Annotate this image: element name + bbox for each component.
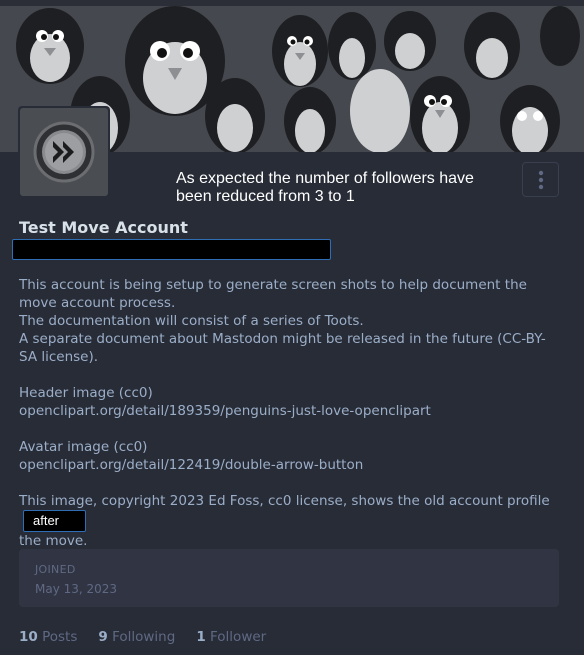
redacted-account-handle bbox=[12, 239, 331, 260]
joined-label: JOINED bbox=[35, 563, 76, 576]
joined-date: May 13, 2023 bbox=[35, 582, 118, 596]
vertical-ellipsis-icon bbox=[538, 170, 543, 189]
following-counter[interactable]: 9 Following bbox=[98, 629, 175, 645]
header-credit-link[interactable]: openclipart.org/detail/189359/penguins-j… bbox=[19, 403, 431, 419]
header-credit-label: Header image (cc0) bbox=[19, 385, 153, 401]
copyright-text-end: the move. bbox=[19, 533, 88, 549]
bio-header-credit: Header image (cc0) openclipart.org/detai… bbox=[19, 384, 559, 420]
bio-copyright: This image, copyright 2023 Ed Foss, cc0 … bbox=[19, 492, 559, 550]
following-label: Following bbox=[112, 629, 176, 645]
bio-intro: This account is being setup to generate … bbox=[19, 276, 559, 366]
bio-avatar-credit: Avatar image (cc0) openclipart.org/detai… bbox=[19, 438, 559, 474]
account-bio: This account is being setup to generate … bbox=[19, 276, 559, 550]
joined-info: JOINED May 13, 2023 bbox=[19, 549, 559, 607]
account-menu-button[interactable] bbox=[522, 162, 559, 197]
followers-counter[interactable]: 1 Follower bbox=[196, 629, 266, 645]
avatar-credit-label: Avatar image (cc0) bbox=[19, 439, 148, 455]
posts-counter[interactable]: 10 Posts bbox=[19, 629, 77, 645]
bio-intro-line-1: This account is being setup to generate … bbox=[19, 277, 527, 311]
followers-label: Follower bbox=[210, 629, 267, 645]
posts-count: 10 bbox=[19, 629, 38, 645]
display-name: Test Move Account bbox=[19, 218, 188, 237]
after-badge: after bbox=[23, 510, 87, 532]
copyright-text: This image, copyright 2023 Ed Foss, cc0 … bbox=[19, 493, 550, 509]
followers-count: 1 bbox=[196, 629, 206, 645]
following-count: 9 bbox=[98, 629, 108, 645]
posts-label: Posts bbox=[42, 629, 78, 645]
bio-intro-line-2: The documentation will consist of a seri… bbox=[19, 313, 364, 329]
avatar-credit-link[interactable]: openclipart.org/detail/122419/double-arr… bbox=[19, 457, 363, 473]
avatar[interactable] bbox=[18, 106, 110, 198]
bio-intro-line-3: A separate document about Mastodon might… bbox=[19, 331, 546, 365]
account-counters: 10 Posts 9 Following 1 Follower bbox=[19, 629, 266, 645]
double-arrow-button-icon bbox=[33, 121, 95, 183]
screenshot-annotation: As expected the number of followers have… bbox=[176, 170, 474, 205]
